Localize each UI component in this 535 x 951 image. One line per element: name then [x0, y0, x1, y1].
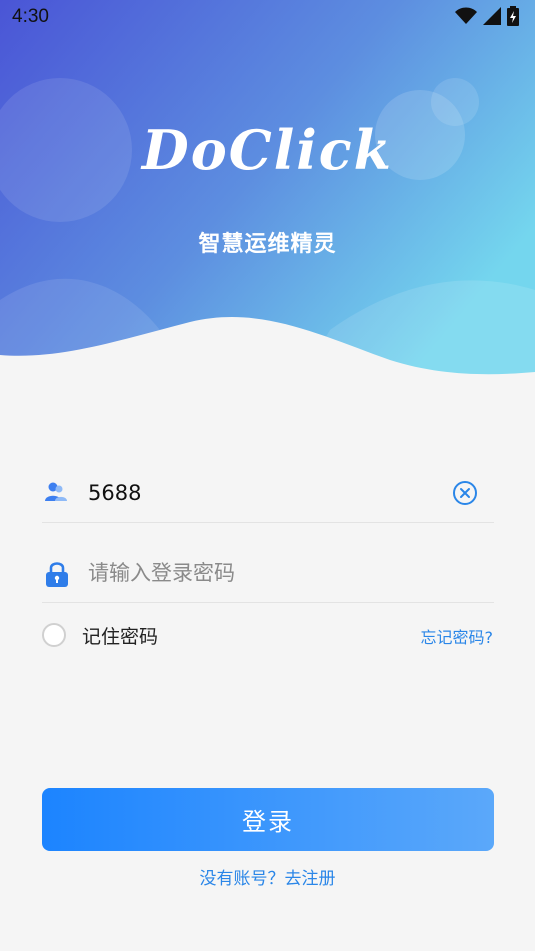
- header-banner: 4:30 DoClick 智慧运维精灵: [0, 0, 535, 380]
- status-bar: 4:30: [0, 0, 535, 36]
- app-logo: DoClick: [141, 118, 394, 182]
- clear-icon[interactable]: [452, 480, 478, 510]
- signal-icon: [483, 7, 501, 25]
- lock-icon: [44, 560, 70, 592]
- header-background: [0, 0, 535, 380]
- forgot-password-link[interactable]: 忘记密码?: [421, 624, 494, 648]
- username-input[interactable]: [86, 472, 450, 514]
- status-icons: [455, 6, 519, 26]
- password-field: [42, 542, 494, 603]
- remember-label: 记住密码: [82, 625, 159, 648]
- remember-radio[interactable]: [42, 623, 66, 647]
- user-icon: [44, 480, 68, 508]
- username-field: [42, 462, 494, 523]
- status-time: 4:30: [12, 6, 49, 27]
- app-subtitle: 智慧运维精灵: [198, 232, 337, 257]
- register-link[interactable]: 没有账号？去注册: [0, 864, 535, 889]
- login-button[interactable]: 登录: [42, 788, 494, 851]
- remember-password-option[interactable]: 记住密码: [42, 618, 158, 652]
- password-input[interactable]: [86, 552, 450, 594]
- wifi-icon: [455, 7, 477, 24]
- battery-icon: [507, 6, 519, 26]
